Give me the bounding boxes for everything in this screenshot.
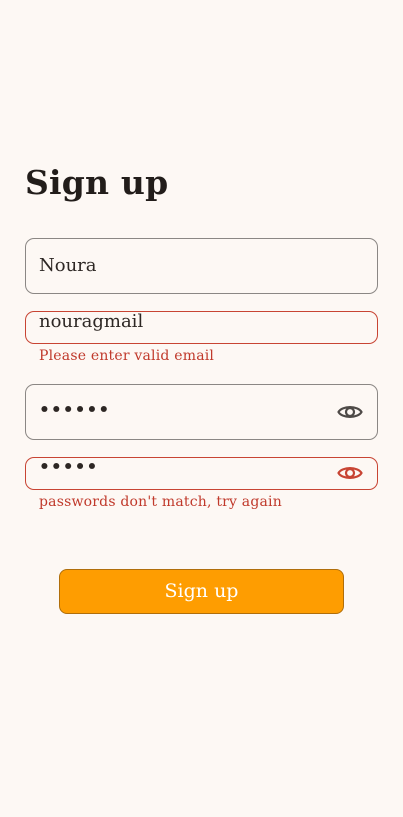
- sign-up-button[interactable]: Sign up: [59, 569, 344, 614]
- name-value: Noura: [39, 255, 97, 276]
- password-field[interactable]: ••••••: [25, 384, 378, 440]
- name-field[interactable]: Noura: [25, 238, 378, 294]
- confirm-password-value: •••••: [39, 457, 99, 477]
- confirm-password-field[interactable]: •••••: [25, 457, 378, 490]
- email-value: nouragmail: [39, 311, 144, 332]
- email-error-message: Please enter valid email: [39, 348, 215, 364]
- eye-icon[interactable]: [337, 403, 363, 421]
- confirm-password-error-message: passwords don't match, try again: [39, 494, 282, 510]
- email-field[interactable]: nouragmail: [25, 311, 378, 344]
- password-value: ••••••: [39, 400, 111, 420]
- eye-icon[interactable]: [337, 464, 363, 482]
- page-title: Sign up: [25, 163, 169, 202]
